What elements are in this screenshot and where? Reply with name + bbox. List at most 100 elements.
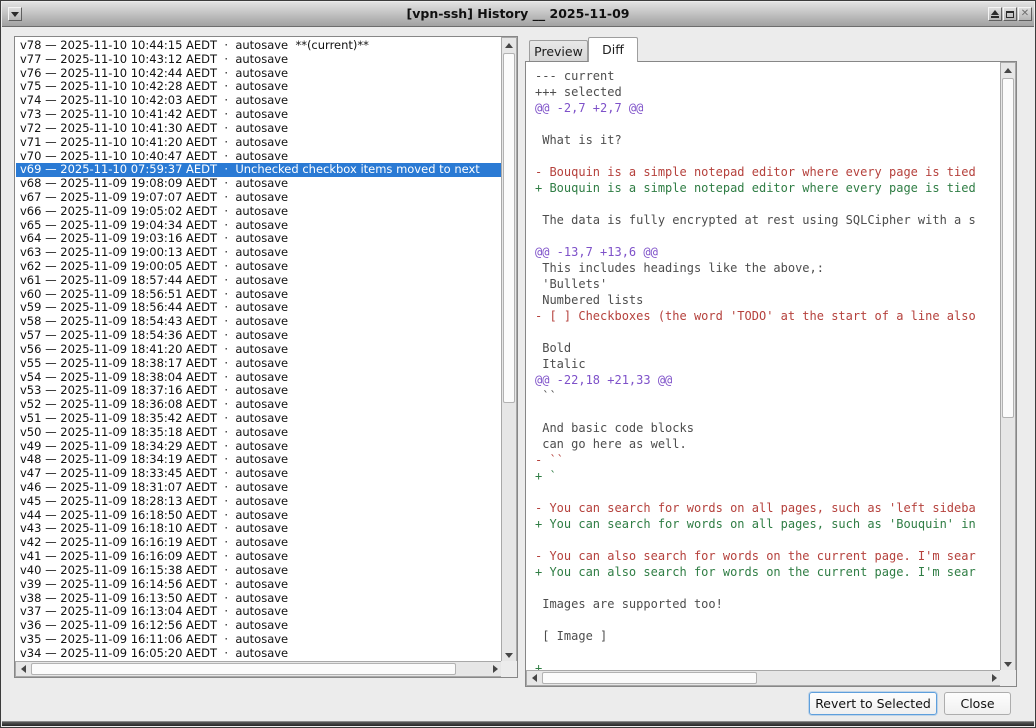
version-row[interactable]: v46 — 2025-11-09 18:31:07 AEDT · autosav… [16, 481, 501, 495]
scroll-left-arrow-icon[interactable] [527, 671, 541, 685]
scroll-down-arrow-icon[interactable] [502, 648, 516, 662]
version-row[interactable]: v68 — 2025-11-09 19:08:09 AEDT · autosav… [16, 177, 501, 191]
diff-line [535, 484, 1000, 500]
version-row[interactable]: v64 — 2025-11-09 19:03:16 AEDT · autosav… [16, 232, 501, 246]
version-row[interactable]: v77 — 2025-11-10 10:43:12 AEDT · autosav… [16, 53, 501, 67]
version-row[interactable]: v43 — 2025-11-09 16:18:10 AEDT · autosav… [16, 522, 501, 536]
version-row[interactable]: v38 — 2025-11-09 16:13:50 AEDT · autosav… [16, 592, 501, 606]
version-row[interactable]: v78 — 2025-11-10 10:44:15 AEDT · autosav… [16, 39, 501, 53]
version-row[interactable]: v42 — 2025-11-09 16:16:19 AEDT · autosav… [16, 536, 501, 550]
list-horizontal-scrollbar[interactable] [15, 661, 503, 677]
diff-line: The data is fully encrypted at rest usin… [535, 212, 1000, 228]
diff-line [535, 228, 1000, 244]
version-row[interactable]: v44 — 2025-11-09 16:18:50 AEDT · autosav… [16, 509, 501, 523]
version-row[interactable]: v73 — 2025-11-10 10:41:42 AEDT · autosav… [16, 108, 501, 122]
diff-line [535, 196, 1000, 212]
version-row[interactable]: v39 — 2025-11-09 16:14:56 AEDT · autosav… [16, 578, 501, 592]
version-row[interactable]: v58 — 2025-11-09 18:54:43 AEDT · autosav… [16, 315, 501, 329]
diff-text: --- current+++ selected@@ -2,7 +2,7 @@ W… [527, 63, 1000, 670]
scroll-down-arrow-icon[interactable] [1001, 657, 1015, 671]
list-vertical-scroll-thumb[interactable] [503, 53, 515, 403]
version-row[interactable]: v35 — 2025-11-09 16:11:06 AEDT · autosav… [16, 633, 501, 647]
shade-icon [991, 10, 999, 18]
revert-to-selected-button[interactable]: Revert to Selected [809, 692, 937, 715]
version-row[interactable]: v76 — 2025-11-10 10:42:44 AEDT · autosav… [16, 67, 501, 81]
diff-horizontal-scroll-thumb[interactable] [542, 672, 757, 684]
diff-line: @@ -22,18 +21,33 @@ [535, 372, 1000, 388]
scroll-right-arrow-icon[interactable] [488, 662, 502, 676]
version-history-list: v78 — 2025-11-10 10:44:15 AEDT · autosav… [14, 36, 518, 678]
version-row[interactable]: v63 — 2025-11-09 19:00:13 AEDT · autosav… [16, 246, 501, 260]
diff-line: Bold [535, 340, 1000, 356]
diff-line [535, 324, 1000, 340]
version-row[interactable]: v45 — 2025-11-09 18:28:13 AEDT · autosav… [16, 495, 501, 509]
diff-line [535, 612, 1000, 628]
diff-line: @@ -13,7 +13,6 @@ [535, 244, 1000, 260]
titlebar[interactable]: [vpn-ssh] History __ 2025-11-09 ✕ [2, 2, 1034, 27]
tab-diff[interactable]: Diff [588, 37, 638, 62]
diff-line: can go here as well. [535, 436, 1000, 452]
version-row[interactable]: v48 — 2025-11-09 18:34:19 AEDT · autosav… [16, 453, 501, 467]
scrollbar-corner [1000, 670, 1016, 686]
version-row[interactable]: v36 — 2025-11-09 16:12:56 AEDT · autosav… [16, 619, 501, 633]
version-row[interactable]: v57 — 2025-11-09 18:54:36 AEDT · autosav… [16, 329, 501, 343]
version-row[interactable]: v59 — 2025-11-09 18:56:44 AEDT · autosav… [16, 301, 501, 315]
version-row[interactable]: v66 — 2025-11-09 19:05:02 AEDT · autosav… [16, 205, 501, 219]
version-row[interactable]: v70 — 2025-11-10 10:40:47 AEDT · autosav… [16, 150, 501, 164]
version-row[interactable]: v55 — 2025-11-09 18:38:17 AEDT · autosav… [16, 357, 501, 371]
version-row[interactable]: v40 — 2025-11-09 16:15:38 AEDT · autosav… [16, 564, 501, 578]
close-window-button[interactable]: ✕ [1018, 7, 1032, 21]
scroll-left-arrow-icon[interactable] [16, 662, 30, 676]
version-row[interactable]: v37 — 2025-11-09 16:13:04 AEDT · autosav… [16, 605, 501, 619]
diff-line: +++ selected [535, 84, 1000, 100]
diff-line: 'Bullets' [535, 276, 1000, 292]
list-horizontal-scroll-thumb[interactable] [31, 663, 456, 675]
version-row[interactable]: v54 — 2025-11-09 18:38:04 AEDT · autosav… [16, 371, 501, 385]
scroll-up-arrow-icon[interactable] [1001, 63, 1015, 77]
version-row[interactable]: v53 — 2025-11-09 18:37:16 AEDT · autosav… [16, 384, 501, 398]
version-row[interactable]: v41 — 2025-11-09 16:16:09 AEDT · autosav… [16, 550, 501, 564]
diff-horizontal-scrollbar[interactable] [526, 670, 1002, 686]
diff-vertical-scrollbar[interactable] [1000, 62, 1016, 672]
tab-preview[interactable]: Preview [529, 40, 588, 62]
version-row[interactable]: v47 — 2025-11-09 18:33:45 AEDT · autosav… [16, 467, 501, 481]
window-frame-bottom [2, 721, 1034, 726]
version-row[interactable]: v50 — 2025-11-09 18:35:18 AEDT · autosav… [16, 426, 501, 440]
diff-line: + ` [535, 468, 1000, 484]
version-row[interactable]: v71 — 2025-11-10 10:41:20 AEDT · autosav… [16, 136, 501, 150]
version-row[interactable]: v62 — 2025-11-09 19:00:05 AEDT · autosav… [16, 260, 501, 274]
maximize-button[interactable] [1003, 7, 1017, 21]
diff-line [535, 532, 1000, 548]
shade-button[interactable] [988, 7, 1002, 21]
version-row[interactable]: v60 — 2025-11-09 18:56:51 AEDT · autosav… [16, 288, 501, 302]
version-row[interactable]: v51 — 2025-11-09 18:35:42 AEDT · autosav… [16, 412, 501, 426]
diff-line: - [ ] Checkboxes (the word 'TODO' at the… [535, 308, 1000, 324]
close-button[interactable]: Close [944, 692, 1011, 715]
version-row[interactable]: v56 — 2025-11-09 18:41:20 AEDT · autosav… [16, 343, 501, 357]
version-row[interactable]: v34 — 2025-11-09 16:05:20 AEDT · autosav… [16, 647, 501, 661]
version-row[interactable]: v69 — 2025-11-10 07:59:37 AEDT · Uncheck… [16, 163, 501, 177]
version-row[interactable]: v67 — 2025-11-09 19:07:07 AEDT · autosav… [16, 191, 501, 205]
diff-line: --- current [535, 68, 1000, 84]
window-title: [vpn-ssh] History __ 2025-11-09 [2, 6, 1034, 21]
close-icon: ✕ [1021, 9, 1029, 19]
diff-vertical-scroll-thumb[interactable] [1002, 78, 1014, 418]
version-row[interactable]: v49 — 2025-11-09 18:34:29 AEDT · autosav… [16, 440, 501, 454]
version-row[interactable]: v65 — 2025-11-09 19:04:34 AEDT · autosav… [16, 219, 501, 233]
diff-line: - Bouquin is a simple notepad editor whe… [535, 164, 1000, 180]
maximize-icon [1006, 11, 1014, 18]
version-list: v78 — 2025-11-10 10:44:15 AEDT · autosav… [16, 38, 501, 661]
scroll-up-arrow-icon[interactable] [502, 38, 516, 52]
version-row[interactable]: v52 — 2025-11-09 18:36:08 AEDT · autosav… [16, 398, 501, 412]
diff-line: - `` [535, 452, 1000, 468]
version-row[interactable]: v72 — 2025-11-10 10:41:30 AEDT · autosav… [16, 122, 501, 136]
diff-line [535, 644, 1000, 660]
scroll-right-arrow-icon[interactable] [987, 671, 1001, 685]
version-row[interactable]: v75 — 2025-11-10 10:42:28 AEDT · autosav… [16, 80, 501, 94]
version-row[interactable]: v74 — 2025-11-10 10:42:03 AEDT · autosav… [16, 94, 501, 108]
diff-line: @@ -2,7 +2,7 @@ [535, 100, 1000, 116]
version-row[interactable]: v61 — 2025-11-09 18:57:44 AEDT · autosav… [16, 274, 501, 288]
history-dialog-window: [vpn-ssh] History __ 2025-11-09 ✕ v78 — … [0, 0, 1036, 728]
diff-line [535, 116, 1000, 132]
list-vertical-scrollbar[interactable] [501, 37, 517, 663]
